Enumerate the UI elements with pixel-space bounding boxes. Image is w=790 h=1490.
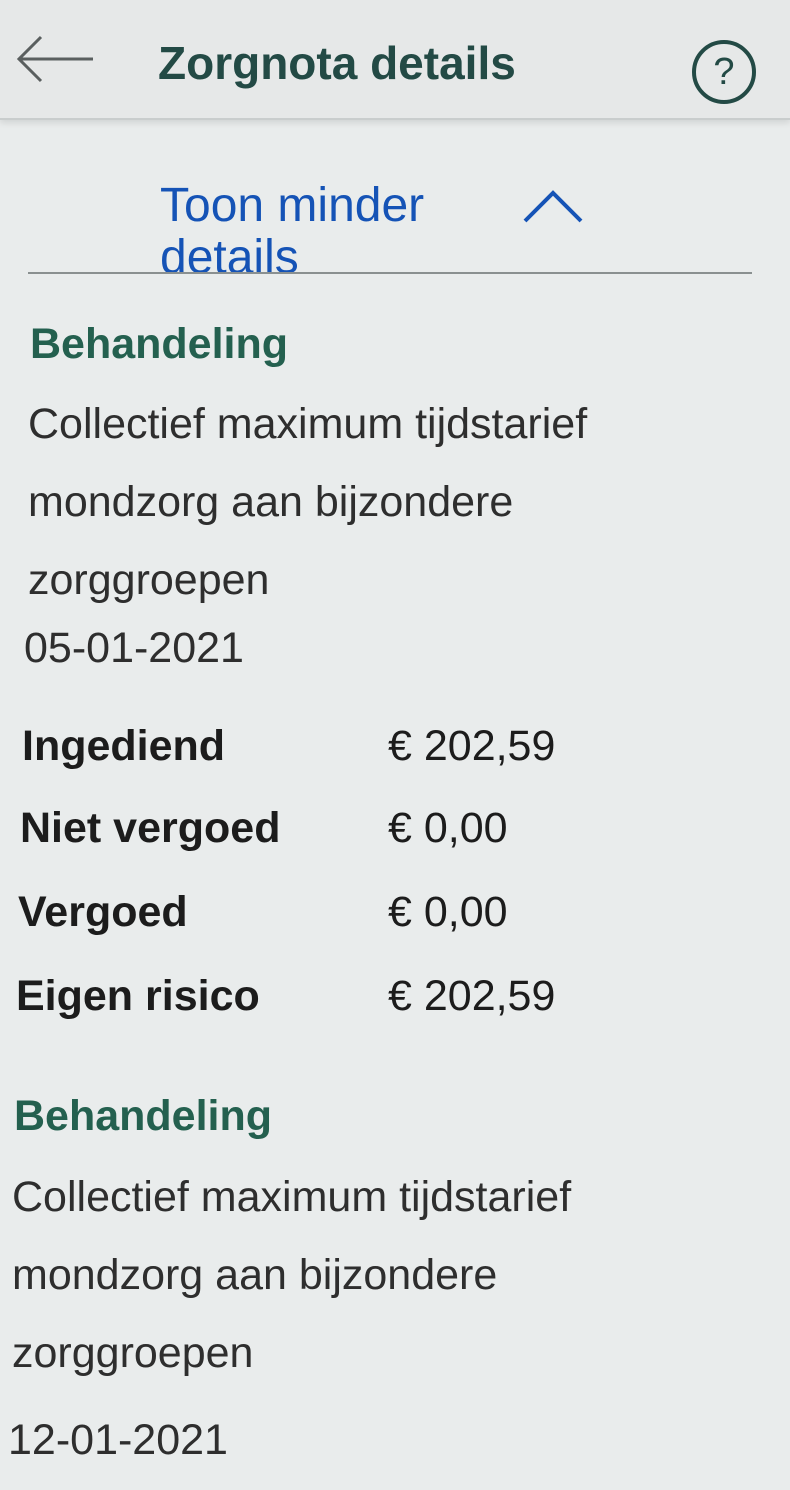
top-app-bar: Zorgnota details ? (0, 0, 790, 120)
treatment-description-line: Collectief maximum tijdstarief (12, 1173, 572, 1221)
toggle-details-label: Toon minder details (160, 179, 425, 284)
amount-label: Vergoed (18, 888, 188, 936)
divider (28, 272, 752, 274)
treatment-description-line: zorggroepen (28, 556, 270, 604)
help-button[interactable]: ? (692, 40, 756, 104)
amount-label: Niet vergoed (20, 804, 281, 852)
treatment-heading: Behandeling (30, 320, 289, 368)
amount-row-niet-vergoed: Niet vergoed € 0,00 (0, 804, 790, 864)
treatment-description-line: mondzorg aan bijzondere (12, 1251, 498, 1299)
amount-value: € 202,59 (388, 722, 556, 770)
treatment-description-line: zorggroepen (12, 1329, 254, 1377)
treatment-date: 12-01-2021 (8, 1416, 228, 1464)
treatment-description: Collectief maximum tijdstarief mondzorg … (12, 1158, 772, 1392)
arrow-left-icon (16, 35, 93, 83)
back-button[interactable] (12, 24, 98, 94)
chevron-up-icon (523, 190, 583, 223)
treatment-description-line: mondzorg aan bijzondere (28, 478, 514, 526)
treatment-date-block: 05-01-2021 (24, 624, 764, 673)
amount-row-ingediend: Ingediend € 202,59 (0, 722, 790, 782)
amount-value: € 0,00 (388, 804, 508, 852)
page-title: Zorgnota details (158, 37, 516, 89)
toggle-details-button[interactable]: Toon minder details (160, 180, 590, 284)
treatment-description: Collectief maximum tijdstarief mondzorg … (28, 385, 768, 619)
question-mark-icon: ? (713, 50, 735, 93)
amount-label: Eigen risico (16, 972, 260, 1020)
treatment-heading: Behandeling (14, 1092, 273, 1140)
treatment-block: Behandeling (30, 320, 770, 369)
treatment-date-block: 12-01-2021 (8, 1416, 768, 1465)
amount-value: € 202,59 (388, 972, 556, 1020)
treatment-block: Behandeling (14, 1092, 774, 1141)
amount-label: Ingediend (22, 722, 226, 770)
amount-row-eigen-risico: Eigen risico € 202,59 (0, 972, 790, 1032)
treatment-description-line: Collectief maximum tijdstarief (28, 400, 588, 448)
amount-row-vergoed: Vergoed € 0,00 (0, 888, 790, 948)
treatment-date: 05-01-2021 (24, 624, 244, 672)
amount-value: € 0,00 (388, 888, 508, 936)
